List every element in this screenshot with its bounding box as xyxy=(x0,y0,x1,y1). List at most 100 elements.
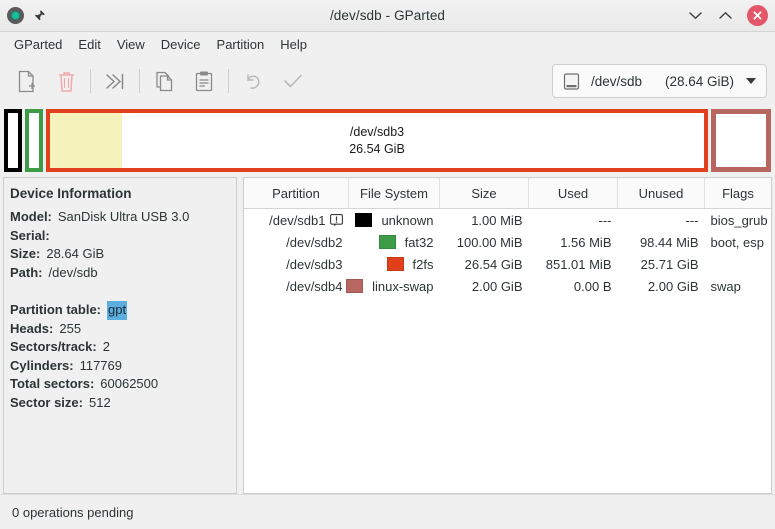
device-information-panel: Device Information Model: SanDisk Ultra … xyxy=(3,177,237,494)
new-partition-button[interactable] xyxy=(6,61,46,101)
warning-icon[interactable] xyxy=(329,213,343,227)
table-row[interactable]: /dev/sdb4 linux-swap 2.00 GiB 0.00 B 2.0… xyxy=(244,275,771,297)
gparted-window: /dev/sdb - GParted GParted Edit View Dev… xyxy=(0,0,775,529)
cell-size: 2.00 GiB xyxy=(471,278,523,294)
column-header-unused[interactable]: Unused xyxy=(617,178,705,209)
menu-bar: GParted Edit View Device Partition Help xyxy=(0,32,775,57)
device-info-row-serial: Serial: xyxy=(10,227,236,246)
cell-flags xyxy=(705,253,772,275)
device-info-row-size: Size: 28.64 GiB xyxy=(10,245,236,264)
copy-button[interactable] xyxy=(144,61,184,101)
device-info-value: /dev/sdb xyxy=(48,264,98,280)
column-header-filesystem[interactable]: File System xyxy=(348,178,440,209)
filesystem-name: fat32 xyxy=(404,234,434,250)
column-header-size[interactable]: Size xyxy=(439,178,529,209)
cell-unused: 98.44 MiB xyxy=(639,234,699,250)
device-selector-size: (28.64 GiB) xyxy=(664,73,734,89)
partition-name: /dev/sdb4 xyxy=(286,278,343,294)
cell-filesystem: unknown xyxy=(349,209,440,232)
device-info-key: Cylinders: xyxy=(10,357,74,373)
close-button[interactable] xyxy=(747,5,768,26)
filesystem-name: linux-swap xyxy=(372,278,434,294)
menu-item-partition[interactable]: Partition xyxy=(209,34,273,55)
table-row[interactable]: /dev/sdb1 unknown 1.00 MiB --- --- bios_… xyxy=(244,209,771,232)
menu-item-help[interactable]: Help xyxy=(272,34,315,55)
pin-icon[interactable] xyxy=(32,8,46,24)
partition-table-body: /dev/sdb1 unknown 1.00 MiB --- --- bios_… xyxy=(244,209,771,298)
device-info-key: Sector size: xyxy=(10,394,83,410)
table-header-row: Partition File System Size Used Unused F… xyxy=(244,178,771,209)
cell-used: 0.00 B xyxy=(573,278,612,294)
partition-graphic-label: /dev/sdb3 26.54 GiB xyxy=(349,124,405,158)
device-info-key: Total sectors: xyxy=(10,376,95,391)
clipboard-paste-icon xyxy=(195,71,213,91)
device-info-row-path: Path: /dev/sdb xyxy=(10,264,236,283)
device-info-row-sectors-track: Sectors/track: 2 xyxy=(10,338,236,357)
partition-graphic-sdb3[interactable]: /dev/sdb3 26.54 GiB xyxy=(46,109,708,172)
status-bar: 0 operations pending xyxy=(0,494,775,529)
disk-graphic: /dev/sdb3 26.54 GiB xyxy=(0,105,775,177)
maximize-button[interactable] xyxy=(717,7,734,24)
partition-name: /dev/sdb2 xyxy=(286,234,343,250)
title-bar-left-icons xyxy=(7,7,46,24)
menu-item-edit[interactable]: Edit xyxy=(70,34,108,55)
copy-icon xyxy=(155,71,172,91)
filesystem-color-swatch xyxy=(355,213,373,227)
column-header-flags[interactable]: Flags xyxy=(704,178,771,209)
partition-graphic-sdb4[interactable] xyxy=(711,109,771,172)
device-info-key: Size: xyxy=(10,246,41,261)
resize-move-button[interactable] xyxy=(95,61,135,101)
cell-unused: 2.00 GiB xyxy=(647,278,699,294)
filesystem-color-swatch xyxy=(346,279,364,293)
main-content: Device Information Model: SanDisk Ultra … xyxy=(0,177,775,494)
menu-item-gparted[interactable]: GParted xyxy=(6,34,70,55)
cell-flags: bios_grub xyxy=(710,212,768,228)
device-info-key: Serial: xyxy=(10,227,50,243)
device-selector[interactable]: /dev/sdb (28.64 GiB) xyxy=(552,64,767,98)
device-info-key: Partition table: xyxy=(10,302,102,317)
partition-table-header: Partition File System Size Used Unused F… xyxy=(244,178,771,209)
filesystem-color-swatch xyxy=(378,235,396,249)
device-info-row-partition-table: Partition table: gpt xyxy=(10,301,236,320)
filesystem-color-swatch xyxy=(386,257,404,271)
device-info-value: 60062500 xyxy=(100,376,159,391)
cell-used: 851.01 MiB xyxy=(545,256,612,272)
trash-icon xyxy=(58,71,74,92)
menu-item-device[interactable]: Device xyxy=(153,34,209,55)
title-bar: /dev/sdb - GParted xyxy=(0,0,775,32)
menu-item-view[interactable]: View xyxy=(109,34,153,55)
toolbar-separator xyxy=(139,69,140,93)
partition-graphic-sdb2[interactable] xyxy=(25,109,43,172)
device-info-value-selected[interactable]: gpt xyxy=(107,301,128,320)
device-info-value: 2 xyxy=(102,339,110,354)
minimize-button[interactable] xyxy=(687,7,704,24)
cell-partition: /dev/sdb1 xyxy=(244,209,349,232)
column-header-used[interactable]: Used xyxy=(528,178,618,209)
chevron-down-icon xyxy=(746,78,756,84)
device-info-key: Sectors/track: xyxy=(10,339,97,354)
window-controls xyxy=(687,5,769,26)
device-info-key: Heads: xyxy=(10,320,54,336)
device-info-value: 117769 xyxy=(79,357,122,373)
table-row[interactable]: /dev/sdb3 f2fs 26.54 GiB 851.01 MiB 25.7… xyxy=(244,253,771,275)
table-row[interactable]: /dev/sdb2 fat32 100.00 MiB 1.56 MiB 98.4… xyxy=(244,231,771,253)
cell-flags: swap xyxy=(710,278,741,294)
column-header-partition[interactable]: Partition xyxy=(244,178,349,209)
double-chevron-right-icon xyxy=(105,73,123,89)
cell-filesystem: f2fs xyxy=(349,253,440,275)
undo-button[interactable] xyxy=(233,61,273,101)
close-icon xyxy=(753,11,762,20)
delete-partition-button[interactable] xyxy=(46,61,86,101)
device-selector-name: /dev/sdb xyxy=(591,73,643,89)
device-info-row-heads: Heads: 255 xyxy=(10,320,236,339)
paste-button[interactable] xyxy=(184,61,224,101)
partition-name: /dev/sdb1 xyxy=(269,212,326,228)
partition-table: Partition File System Size Used Unused F… xyxy=(244,178,771,297)
hard-drive-icon xyxy=(562,72,581,91)
checkmark-icon xyxy=(284,74,302,87)
apply-button[interactable] xyxy=(273,61,313,101)
partition-graphic-sdb1[interactable] xyxy=(4,109,22,172)
device-info-row-cylinders: Cylinders: 117769 xyxy=(10,357,236,376)
filesystem-name: unknown xyxy=(381,212,434,228)
device-information-heading: Device Information xyxy=(10,186,132,201)
